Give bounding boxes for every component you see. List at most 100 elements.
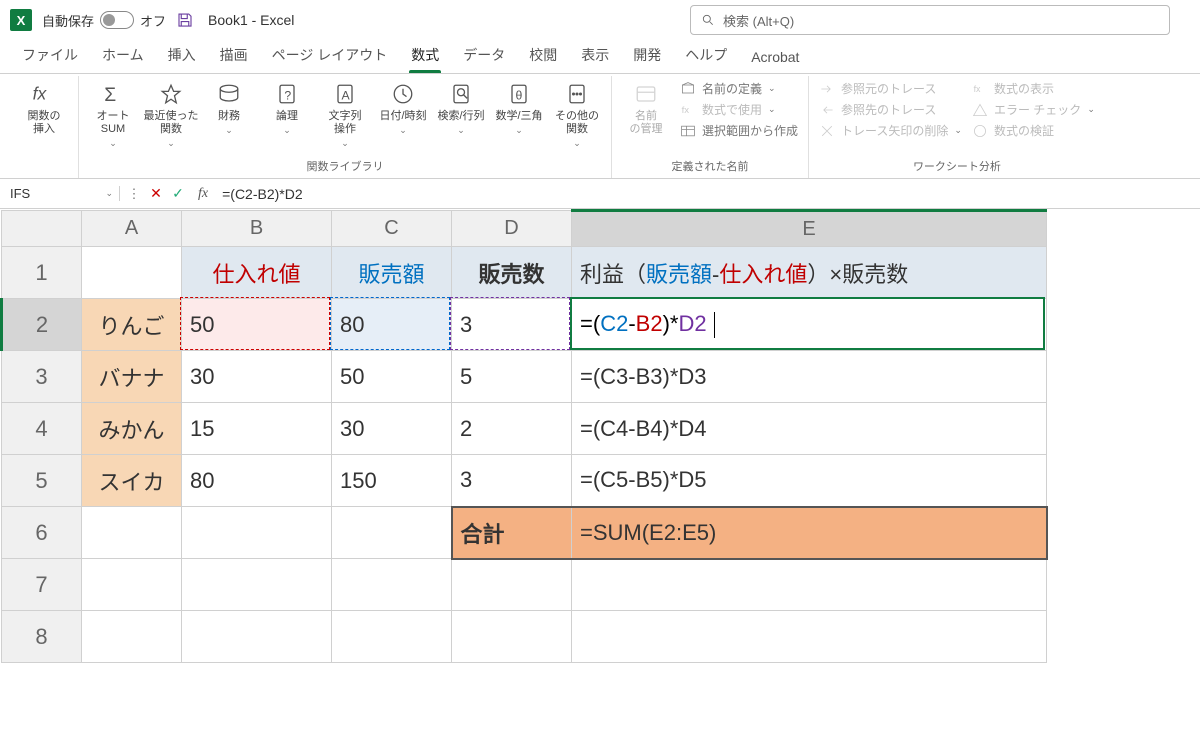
tab-insert[interactable]: 挿入	[156, 39, 208, 73]
cell-C2[interactable]: 80	[332, 299, 452, 351]
col-header-D[interactable]: D	[452, 211, 572, 247]
cell-D5[interactable]: 3	[452, 455, 572, 507]
cell-B8[interactable]	[182, 611, 332, 663]
row-header-8[interactable]: 8	[2, 611, 82, 663]
group-insert-function: fx 関数の 挿入	[10, 76, 79, 178]
show-formulas-button: fx数式の表示	[972, 80, 1095, 97]
datetime-button[interactable]: 日付/時刻⌄	[375, 76, 431, 140]
cell-D3[interactable]: 5	[452, 351, 572, 403]
cell-C3[interactable]: 50	[332, 351, 452, 403]
cell-A8[interactable]	[82, 611, 182, 663]
row-header-3[interactable]: 3	[2, 351, 82, 403]
create-from-selection-button[interactable]: 選択範囲から作成	[680, 122, 798, 139]
name-manager-button: 名前 の管理	[618, 76, 674, 140]
cell-D4[interactable]: 2	[452, 403, 572, 455]
cell-B1[interactable]: 仕入れ値	[182, 247, 332, 299]
cell-C1[interactable]: 販売額	[332, 247, 452, 299]
row-header-2[interactable]: 2	[2, 299, 82, 351]
row-header-1[interactable]: 1	[2, 247, 82, 299]
tab-help[interactable]: ヘルプ	[673, 39, 739, 73]
cell-B3[interactable]: 30	[182, 351, 332, 403]
recent-functions-button[interactable]: 最近使った 関数⌄	[143, 76, 199, 153]
col-header-C[interactable]: C	[332, 211, 452, 247]
group-formula-auditing: 参照元のトレース 参照先のトレース トレース矢印の削除⌄ fx数式の表示 エラー…	[809, 76, 1105, 178]
toggle-icon[interactable]	[100, 11, 134, 29]
tab-draw[interactable]: 描画	[208, 39, 260, 73]
math-button[interactable]: θ数学/三角⌄	[491, 76, 547, 140]
cancel-icon[interactable]: ✕	[146, 185, 166, 202]
cell-D6[interactable]: 合計	[452, 507, 572, 559]
trace-precedents-button: 参照元のトレース	[819, 80, 962, 97]
lookup-button[interactable]: 検索/行列⌄	[433, 76, 489, 140]
cell-A1[interactable]	[82, 247, 182, 299]
tab-developer[interactable]: 開発	[621, 39, 673, 73]
tab-home[interactable]: ホーム	[90, 39, 156, 73]
cell-A6[interactable]	[82, 507, 182, 559]
autosave-toggle[interactable]: 自動保存 オフ	[42, 11, 166, 30]
tab-file[interactable]: ファイル	[10, 39, 90, 73]
cell-B4[interactable]: 15	[182, 403, 332, 455]
cell-C6[interactable]	[332, 507, 452, 559]
logical-button[interactable]: ?論理⌄	[259, 76, 315, 140]
cell-E1[interactable]: 利益（販売額-仕入れ値）×販売数	[572, 247, 1047, 299]
cell-C7[interactable]	[332, 559, 452, 611]
row-header-5[interactable]: 5	[2, 455, 82, 507]
cell-D8[interactable]	[452, 611, 572, 663]
tab-page-layout[interactable]: ページ レイアウト	[260, 39, 400, 73]
tab-view[interactable]: 表示	[569, 39, 621, 73]
search-input[interactable]: 検索 (Alt+Q)	[690, 5, 1170, 35]
name-box[interactable]: IFS⌄	[0, 186, 120, 201]
select-all-corner[interactable]	[2, 211, 82, 247]
cell-B7[interactable]	[182, 559, 332, 611]
cell-A2[interactable]: りんご	[82, 299, 182, 351]
cell-E7[interactable]	[572, 559, 1047, 611]
cell-B6[interactable]	[182, 507, 332, 559]
tab-data[interactable]: データ	[451, 39, 517, 73]
cell-C8[interactable]	[332, 611, 452, 663]
col-header-B[interactable]: B	[182, 211, 332, 247]
fx-icon[interactable]: fx	[192, 186, 214, 202]
trace-dependents-button: 参照先のトレース	[819, 101, 962, 118]
row-header-7[interactable]: 7	[2, 559, 82, 611]
text-button[interactable]: A文字列 操作⌄	[317, 76, 373, 153]
col-header-A[interactable]: A	[82, 211, 182, 247]
enter-icon[interactable]: ✓	[168, 185, 188, 202]
cell-E2[interactable]: =(C2-B2)*D2	[572, 299, 1047, 351]
cell-A4[interactable]: みかん	[82, 403, 182, 455]
svg-text:?: ?	[284, 88, 291, 102]
tab-review[interactable]: 校閲	[517, 39, 569, 73]
cell-A7[interactable]	[82, 559, 182, 611]
cell-D7[interactable]	[452, 559, 572, 611]
cell-E4[interactable]: =(C4-B4)*D4	[572, 403, 1047, 455]
cell-E8[interactable]	[572, 611, 1047, 663]
autosave-state: オフ	[140, 11, 166, 30]
cell-C5[interactable]: 150	[332, 455, 452, 507]
tab-acrobat[interactable]: Acrobat	[739, 43, 811, 73]
cell-E5[interactable]: =(C5-B5)*D5	[572, 455, 1047, 507]
cell-E6[interactable]: =SUM(E2:E5)	[572, 507, 1047, 559]
fb-dots-icon[interactable]: ⋮	[124, 186, 144, 202]
save-icon[interactable]	[176, 11, 194, 29]
financial-button[interactable]: 財務⌄	[201, 76, 257, 140]
col-header-E[interactable]: E	[572, 211, 1047, 247]
cell-D1[interactable]: 販売数	[452, 247, 572, 299]
cell-B5[interactable]: 80	[182, 455, 332, 507]
insert-function-button[interactable]: fx 関数の 挿入	[16, 76, 72, 140]
row-header-4[interactable]: 4	[2, 403, 82, 455]
more-functions-button[interactable]: その他の 関数⌄	[549, 76, 605, 153]
ribbon-panel: fx 関数の 挿入 Σオート SUM⌄ 最近使った 関数⌄ 財務⌄ ?論理⌄ A…	[0, 74, 1200, 179]
cell-A3[interactable]: バナナ	[82, 351, 182, 403]
cell-E3[interactable]: =(C3-B3)*D3	[572, 351, 1047, 403]
row-header-6[interactable]: 6	[2, 507, 82, 559]
chevron-down-icon[interactable]: ⌄	[105, 188, 113, 199]
tab-formulas[interactable]: 数式	[399, 39, 451, 73]
define-name-button[interactable]: 名前の定義⌄	[680, 80, 798, 97]
cell-C4[interactable]: 30	[332, 403, 452, 455]
cell-D2[interactable]: 3	[452, 299, 572, 351]
formula-bar-input[interactable]: =(C2-B2)*D2	[214, 186, 1200, 202]
cell-B2[interactable]: 50	[182, 299, 332, 351]
autosum-button[interactable]: Σオート SUM⌄	[85, 76, 141, 153]
cell-A5[interactable]: スイカ	[82, 455, 182, 507]
function-library-label: 関数ライブラリ	[85, 156, 605, 178]
spreadsheet-grid[interactable]: A B C D E 1 仕入れ値 販売額 販売数 利益（販売額-仕入れ値）×販売…	[0, 209, 1200, 663]
